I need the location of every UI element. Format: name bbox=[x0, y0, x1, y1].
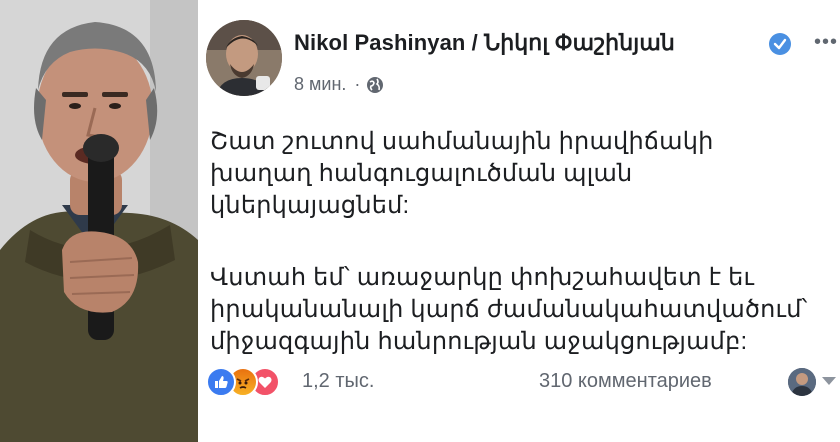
meta-separator: · bbox=[354, 74, 361, 94]
like-icon bbox=[206, 367, 236, 397]
facebook-post: Nikol Pashinyan / Նիկոլ Փաշինյան ••• 8 м… bbox=[198, 0, 840, 442]
chevron-down-icon[interactable] bbox=[822, 377, 836, 385]
author-avatar-image bbox=[206, 20, 282, 96]
post-text-line: Վստահ եմ՝ առաջարկը փոխշահավետ է եւ bbox=[210, 264, 755, 291]
viewer-avatar-image bbox=[788, 368, 816, 396]
author-avatar[interactable] bbox=[206, 20, 282, 96]
post-text-line: իրականանալի կարճ ժամանակահատվածում՝ bbox=[210, 296, 808, 323]
post-text-line: Շատ շուտով սահմանային իրավիճակի bbox=[210, 128, 714, 155]
post-text-line: միջազգային հանրության աջակցությամբ: bbox=[210, 328, 748, 355]
post-text-line: կներկայացնեմ: bbox=[210, 192, 410, 219]
reactions-count[interactable]: 1,2 тыс. bbox=[302, 370, 374, 393]
comments-count[interactable]: 310 комментариев bbox=[539, 370, 712, 393]
post-text-line: խաղաղ հանգուցալուծման պլան bbox=[210, 160, 633, 187]
speaker-photo bbox=[0, 0, 198, 442]
verified-badge-icon bbox=[769, 33, 791, 55]
speaker-photo-illustration bbox=[0, 0, 198, 442]
post-meta: 8 мин. · bbox=[294, 74, 384, 95]
post-timestamp[interactable]: 8 мин. bbox=[294, 74, 346, 95]
reactions-summary[interactable] bbox=[206, 367, 280, 397]
post-author-name[interactable]: Nikol Pashinyan / Նիկոլ Փաշինյան bbox=[294, 30, 675, 56]
post-options-button[interactable]: ••• bbox=[814, 32, 840, 52]
viewer-avatar[interactable] bbox=[788, 368, 816, 396]
globe-icon[interactable] bbox=[366, 76, 384, 94]
